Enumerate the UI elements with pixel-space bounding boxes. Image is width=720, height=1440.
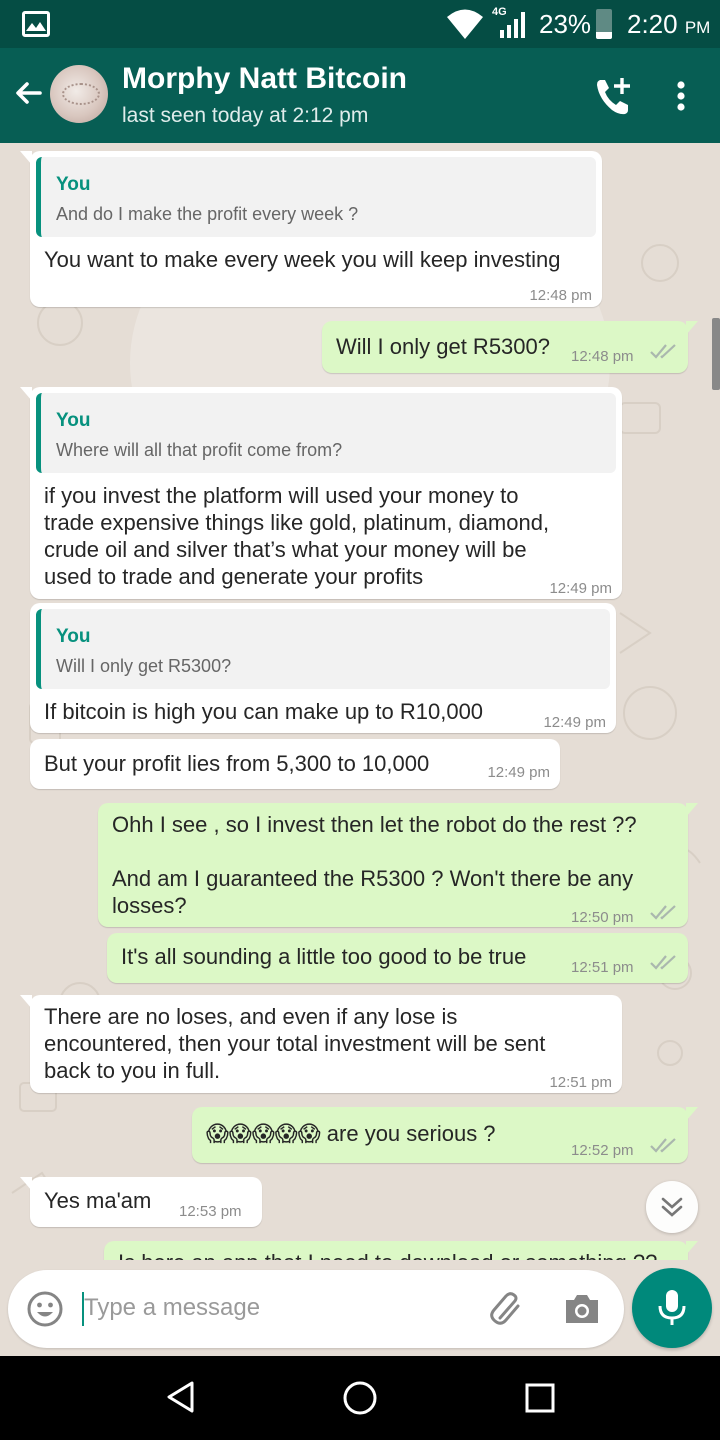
emoji-icon[interactable] <box>26 1290 64 1328</box>
message-input[interactable] <box>84 1288 464 1328</box>
message-outgoing[interactable]: 😱😱😱😱😱 are you serious ? 12:52 pm <box>192 1107 698 1163</box>
mic-icon <box>658 1290 686 1325</box>
double-check-icon <box>650 955 676 970</box>
message-time: 12:51 pm <box>549 1074 612 1091</box>
message-time: 12:52 pm <box>571 1142 634 1159</box>
contact-name[interactable]: Morphy Natt Bitcoin <box>122 62 407 96</box>
image-icon <box>22 11 50 37</box>
status-bar: 4G 23% 2:20 PM <box>0 0 720 48</box>
message-time: 12:49 pm <box>487 764 550 781</box>
message-incoming[interactable]: There are no loses, and even if any lose… <box>20 995 622 1093</box>
message-outgoing[interactable]: It's all sounding a little too good to b… <box>107 933 688 983</box>
quote-text: Will I only get R5300? <box>56 656 232 676</box>
scroll-down-icon <box>661 1197 683 1217</box>
message-text: If bitcoin is high you can make up to R1… <box>44 699 484 724</box>
double-check-icon <box>650 344 676 359</box>
double-check-icon <box>650 905 676 920</box>
message-time: 12:48 pm <box>571 348 634 365</box>
message-incoming[interactable]: You And do I make the profit every week … <box>20 151 602 307</box>
composer-bar <box>0 1260 720 1356</box>
scroll-down-button[interactable] <box>646 1181 698 1233</box>
voice-record-button[interactable] <box>632 1268 712 1348</box>
message-text: if you invest the platform will used you… <box>44 483 550 589</box>
quote-text: And do I make the profit every week ? <box>56 204 359 224</box>
message-text: Is here an app that I need to download o… <box>118 1249 657 1260</box>
signal-icon <box>500 12 525 38</box>
quote-author: You <box>56 626 91 647</box>
message-text: But your profit lies from 5,300 to 10,00… <box>44 751 430 776</box>
battery-icon <box>596 9 612 39</box>
attach-icon[interactable] <box>486 1288 528 1330</box>
message-list[interactable]: You And do I make the profit every week … <box>0 143 720 1260</box>
nav-recents-icon[interactable] <box>524 1382 556 1414</box>
quote-author: You <box>56 410 91 431</box>
message-time: 12:53 pm <box>179 1203 242 1220</box>
message-incoming[interactable]: You Where will all that profit come from… <box>20 387 622 599</box>
quoted-message[interactable]: You And do I make the profit every week … <box>36 157 596 237</box>
message-time: 12:51 pm <box>571 959 634 976</box>
message-incoming[interactable]: But your profit lies from 5,300 to 10,00… <box>30 739 560 789</box>
message-time: 12:50 pm <box>571 909 634 926</box>
message-time: 12:49 pm <box>543 714 606 731</box>
camera-icon[interactable] <box>562 1290 602 1328</box>
more-vert-icon[interactable] <box>666 76 696 116</box>
add-call-icon[interactable] <box>592 74 636 118</box>
avatar[interactable] <box>50 65 108 123</box>
wifi-icon <box>447 9 483 39</box>
nav-back-icon[interactable] <box>164 1380 198 1414</box>
message-incoming[interactable]: Yes ma'am 12:53 pm <box>20 1177 262 1227</box>
quote-author: You <box>56 174 91 195</box>
message-time: 12:48 pm <box>529 287 592 304</box>
quote-text: Where will all that profit come from? <box>56 440 343 460</box>
quoted-message[interactable]: You Where will all that profit come from… <box>36 393 616 473</box>
battery-percent: 23% <box>539 9 592 39</box>
message-text: Ohh I see , so I invest then let the rob… <box>112 812 637 918</box>
message-outgoing[interactable]: Ohh I see , so I invest then let the rob… <box>98 803 698 927</box>
composer-box <box>8 1270 624 1348</box>
message-outgoing[interactable]: Is here an app that I need to download o… <box>104 1241 698 1260</box>
nav-home-icon[interactable] <box>342 1380 378 1416</box>
last-seen: last seen today at 2:12 pm <box>122 104 369 127</box>
chat-header: Morphy Natt Bitcoin last seen today at 2… <box>0 48 720 143</box>
message-incoming[interactable]: You Will I only get R5300? If bitcoin is… <box>30 603 616 733</box>
quoted-message[interactable]: You Will I only get R5300? <box>36 609 610 689</box>
back-arrow-icon[interactable] <box>10 76 46 112</box>
message-outgoing[interactable]: Will I only get R5300? 12:48 pm <box>322 321 698 373</box>
message-time: 12:49 pm <box>549 580 612 597</box>
double-check-icon <box>650 1138 676 1153</box>
message-text: There are no loses, and even if any lose… <box>44 1004 546 1083</box>
message-text: You want to make every week you will kee… <box>44 247 561 272</box>
message-text: 😱😱😱😱😱 are you serious ? <box>206 1121 496 1146</box>
scrollbar[interactable] <box>712 318 720 390</box>
message-text: It's all sounding a little too good to b… <box>121 944 527 969</box>
clock-suffix: PM <box>684 18 711 37</box>
message-text: Will I only get R5300? <box>336 334 550 359</box>
clock: 2:20 PM <box>627 9 710 40</box>
message-text: Yes ma'am <box>44 1188 152 1213</box>
system-nav-bar <box>0 1356 720 1440</box>
clock-time: 2:20 <box>627 9 678 39</box>
